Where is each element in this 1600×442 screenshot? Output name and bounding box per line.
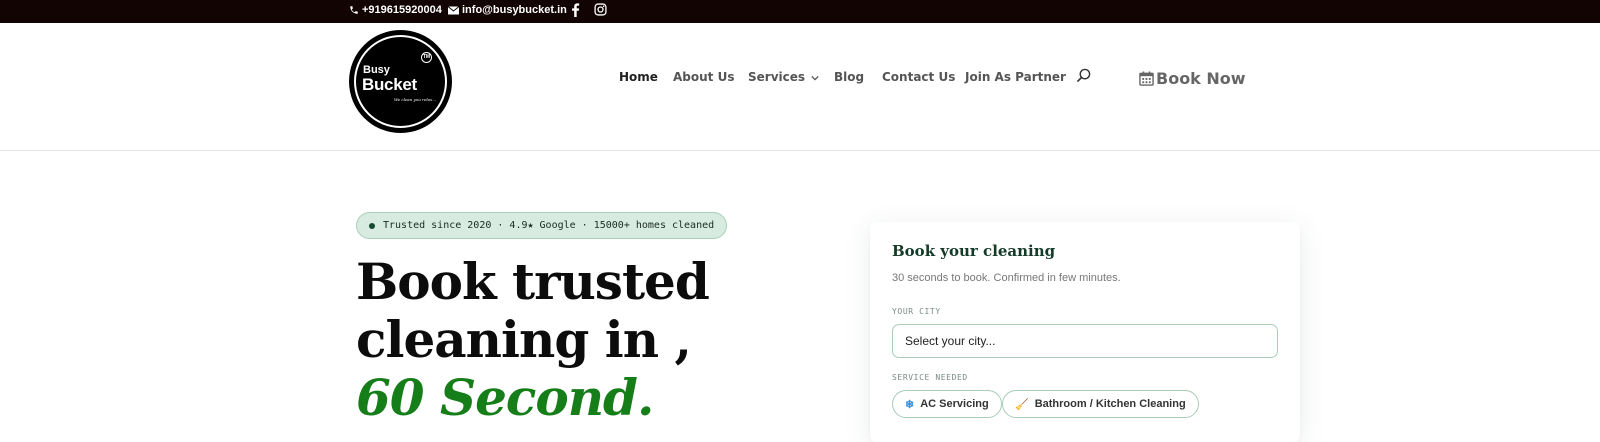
search-button[interactable] — [1076, 68, 1091, 88]
facebook-link[interactable] — [571, 3, 580, 17]
trademark-badge: TM — [421, 52, 432, 63]
brand-logo[interactable]: Busy Bucket TM We clean you relax... — [349, 30, 452, 133]
calendar-icon — [1139, 71, 1154, 86]
nav-home[interactable]: Home — [619, 70, 658, 84]
instagram-icon — [594, 3, 607, 16]
snowflake-icon: ❄ — [905, 398, 915, 411]
city-select[interactable]: Select your city... — [892, 324, 1278, 358]
nav-join-as-partner[interactable]: Join As Partner — [965, 70, 1066, 84]
logo-text-bucket: Bucket — [362, 75, 417, 94]
service-chip-label: AC Servicing — [920, 398, 989, 410]
chevron-down-icon — [811, 75, 819, 81]
phone-number: +919615920004 — [362, 4, 442, 16]
nav-blog[interactable]: Blog — [834, 70, 864, 84]
phone-link[interactable]: +919615920004 — [349, 4, 442, 16]
trust-badge: Trusted since 2020 · 4.9★ Google · 15000… — [356, 212, 728, 239]
trust-badge-text: Trusted since 2020 · 4.9★ Google · 15000… — [383, 220, 715, 231]
site-header: Busy Bucket TM We clean you relax... Hom… — [0, 23, 1600, 151]
nav-contact-us[interactable]: Contact Us — [882, 70, 955, 84]
nav-services[interactable]: Services — [748, 70, 819, 84]
hero-title-line-3: 60 Second. — [356, 368, 654, 427]
status-dot-icon — [369, 222, 375, 229]
mail-icon — [448, 5, 459, 14]
hero-title-line-2: cleaning in , — [356, 310, 692, 369]
booking-card-subtitle: 30 seconds to book. Confirmed in few min… — [892, 272, 1121, 284]
service-chip-label: Bathroom / Kitchen Cleaning — [1034, 398, 1186, 410]
service-chip-bathroom-kitchen[interactable]: 🧹 Bathroom / Kitchen Cleaning — [1002, 390, 1199, 418]
book-now-label: Book Now — [1156, 69, 1246, 88]
nav-services-label: Services — [748, 70, 806, 84]
nav-about-us[interactable]: About Us — [673, 70, 734, 84]
top-contact-bar: +919615920004 info@busybucket.in — [0, 0, 1600, 23]
service-chip-ac-servicing[interactable]: ❄ AC Servicing — [892, 390, 1002, 418]
phone-icon — [350, 6, 358, 14]
instagram-link[interactable] — [594, 3, 607, 16]
search-icon — [1076, 68, 1091, 83]
email-address: info@busybucket.in — [462, 4, 567, 16]
service-field-label: SERVICE NEEDED — [892, 373, 968, 382]
booking-card: Book your cleaning 30 seconds to book. C… — [870, 222, 1300, 442]
booking-card-title: Book your cleaning — [892, 242, 1056, 260]
email-link[interactable]: info@busybucket.in — [448, 4, 567, 16]
hero-title-line-1: Book trusted — [356, 252, 710, 311]
city-select-value: Select your city... — [905, 334, 996, 348]
book-now-button[interactable]: Book Now — [1139, 69, 1246, 88]
logo-tagline: We clean you relax... — [394, 97, 437, 102]
facebook-icon — [572, 3, 580, 17]
city-field-label: YOUR CITY — [892, 307, 941, 316]
broom-icon: 🧹 — [1015, 398, 1029, 411]
